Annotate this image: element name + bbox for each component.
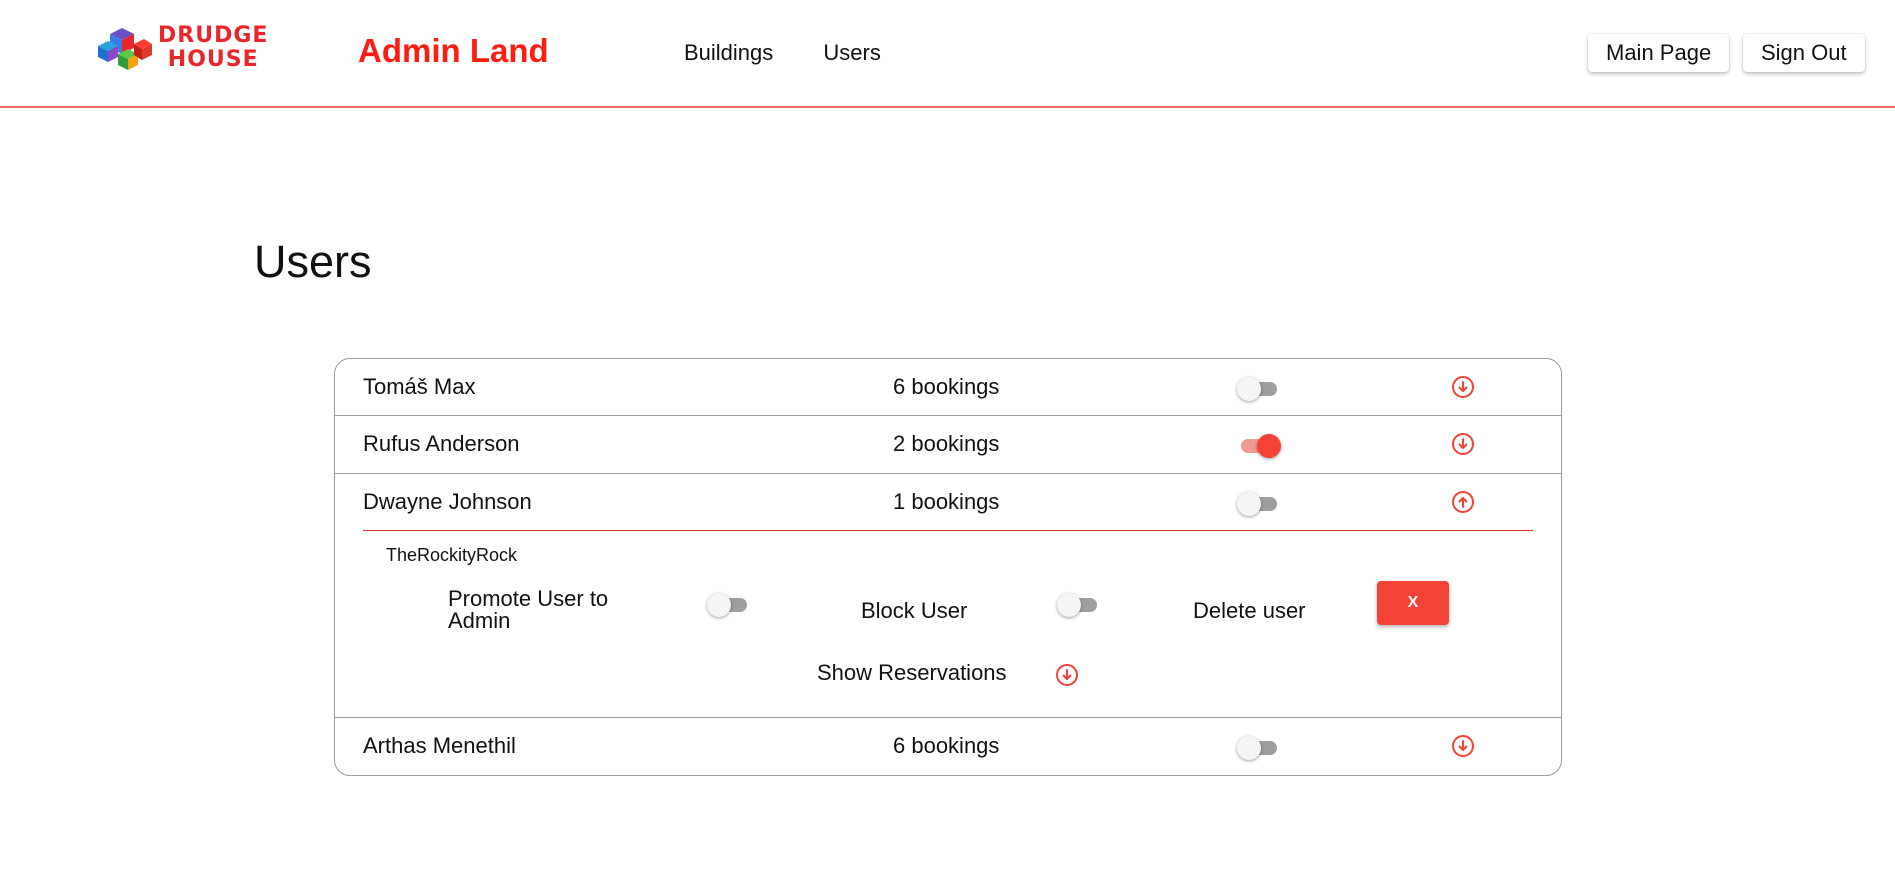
drudge-house-logo[interactable]: DRUDGE HOUSE (96, 24, 276, 74)
block-user-toggle[interactable] (1057, 593, 1101, 617)
user-row-toggle[interactable] (1237, 736, 1281, 760)
promote-admin-toggle[interactable] (707, 593, 751, 617)
brand-title: Admin Land (358, 32, 549, 69)
arrow-down-circle-icon[interactable] (1451, 375, 1475, 399)
users-table: Tomáš Max 6 bookings Rufus Anderson 2 bo… (334, 358, 1562, 776)
user-detail-panel: TheRockityRock Promote User to Admin Blo… (335, 531, 1561, 717)
user-row: Arthas Menethil 6 bookings (335, 718, 1561, 774)
delete-user-label: Delete user (1193, 598, 1306, 623)
user-name: Dwayne Johnson (363, 489, 532, 514)
user-row-toggle[interactable] (1237, 492, 1281, 516)
show-reservations-label: Show Reservations (817, 660, 1007, 685)
user-row-toggle[interactable] (1237, 434, 1281, 458)
logo-line-1: DRUDGE (158, 23, 269, 48)
promote-label-line-2: Admin (448, 608, 511, 633)
nav-buildings[interactable]: Buildings (684, 40, 773, 65)
user-row: Tomáš Max 6 bookings (335, 359, 1561, 415)
promote-label: Promote User to Admin (448, 588, 608, 632)
user-name: Rufus Anderson (363, 431, 520, 456)
arrow-up-circle-icon[interactable] (1451, 490, 1475, 514)
booking-count: 6 bookings (893, 733, 1000, 758)
arrow-down-circle-icon[interactable] (1451, 734, 1475, 758)
page-title: Users (254, 236, 372, 287)
main-page-button[interactable]: Main Page (1588, 34, 1730, 72)
logo-line-2: HOUSE (167, 47, 259, 72)
user-row-toggle[interactable] (1237, 377, 1281, 401)
promote-label-line-1: Promote User to (448, 586, 609, 611)
main-nav: Buildings Users (684, 40, 925, 66)
arrow-down-circle-icon[interactable] (1451, 432, 1475, 456)
user-name: Tomáš Max (363, 374, 476, 399)
arrow-down-circle-icon[interactable] (1055, 663, 1079, 687)
nav-users[interactable]: Users (823, 40, 880, 65)
booking-count: 6 bookings (893, 374, 1000, 399)
logo-text: DRUDGE HOUSE (158, 24, 268, 72)
booking-count: 1 bookings (893, 489, 1000, 514)
delete-user-button[interactable]: X (1377, 581, 1449, 625)
detail-username: TheRockityRock (386, 545, 518, 565)
cubes-logo-icon (98, 28, 152, 70)
user-name: Arthas Menethil (363, 733, 516, 758)
booking-count: 2 bookings (893, 431, 1000, 456)
user-row: Rufus Anderson 2 bookings (335, 416, 1561, 472)
block-user-label: Block User (861, 598, 968, 623)
user-row-expanded: Dwayne Johnson 1 bookings (335, 474, 1561, 530)
top-header: DRUDGE HOUSE Admin Land Buildings Users … (0, 0, 1895, 108)
sign-out-button[interactable]: Sign Out (1743, 34, 1865, 72)
